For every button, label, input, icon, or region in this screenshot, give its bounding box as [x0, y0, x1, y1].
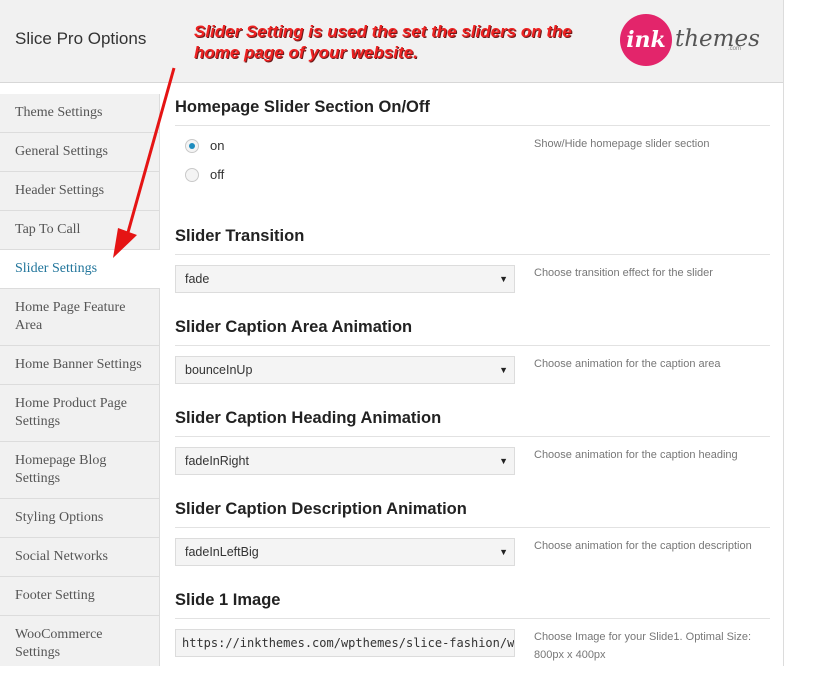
- slide1-image-url-input[interactable]: https://inkthemes.com/wpthemes/slice-fas…: [175, 629, 515, 657]
- sidebar-item-label: Styling Options: [15, 510, 104, 525]
- chevron-down-icon: ▼: [499, 365, 508, 375]
- sidebar-item-label: Theme Settings: [15, 105, 103, 120]
- sidebar-item-label: Footer Setting: [15, 588, 95, 603]
- chevron-down-icon: ▼: [499, 274, 508, 284]
- radio-on-button[interactable]: [185, 139, 199, 153]
- sidebar: Theme Settings General Settings Header S…: [0, 94, 160, 666]
- logo-sub: .com: [728, 46, 742, 52]
- section-title-caption-description: Slider Caption Description Animation: [175, 500, 770, 528]
- inkthemes-logo: ink themes .com: [620, 14, 760, 66]
- caption-description-select[interactable]: fadeInLeftBig ▼: [175, 538, 515, 566]
- section-title-caption-heading: Slider Caption Heading Animation: [175, 409, 770, 437]
- section-title-slider-transition: Slider Transition: [175, 227, 770, 255]
- radio-on-label: on: [210, 138, 225, 153]
- sidebar-item-label: Homepage Blog Settings: [15, 453, 107, 486]
- desc-caption-description: Choose animation for the caption descrip…: [534, 540, 752, 552]
- desc-slider-onoff: Show/Hide homepage slider section: [534, 138, 710, 150]
- sidebar-item-label: WooCommerce Settings: [15, 627, 103, 660]
- sidebar-item-styling-options[interactable]: Styling Options: [0, 499, 159, 538]
- sidebar-item-footer-setting[interactable]: Footer Setting: [0, 577, 159, 616]
- section-title-slide1-image: Slide 1 Image: [175, 591, 770, 619]
- sidebar-item-label: Tap To Call: [15, 222, 81, 237]
- sidebar-item-home-banner-settings[interactable]: Home Banner Settings: [0, 346, 159, 385]
- caption-description-select-value: fadeInLeftBig: [185, 545, 259, 559]
- section-title-caption-area: Slider Caption Area Animation: [175, 318, 770, 346]
- sidebar-item-label: Home Page Feature Area: [15, 300, 126, 333]
- sidebar-item-label: Home Product Page Settings: [15, 396, 127, 429]
- section-title-slider-onoff: Homepage Slider Section On/Off: [175, 98, 770, 126]
- sidebar-item-label: Social Networks: [15, 549, 108, 564]
- sidebar-item-label: Home Banner Settings: [15, 357, 142, 372]
- caption-area-select-value: bounceInUp: [185, 363, 253, 377]
- sidebar-item-header-settings[interactable]: Header Settings: [0, 172, 159, 211]
- sidebar-item-home-page-feature-area[interactable]: Home Page Feature Area: [0, 289, 159, 346]
- caption-heading-select-value: fadeInRight: [185, 454, 249, 468]
- desc-slider-transition: Choose transition effect for the slider: [534, 267, 713, 279]
- page-title: Slice Pro Options: [15, 29, 147, 48]
- caption-area-select[interactable]: bounceInUp ▼: [175, 356, 515, 384]
- desc-caption-heading: Choose animation for the caption heading: [534, 449, 738, 461]
- chevron-down-icon: ▼: [499, 547, 508, 557]
- sidebar-item-label: General Settings: [15, 144, 108, 159]
- radio-off-button[interactable]: [185, 168, 199, 182]
- transition-select-value: fade: [185, 272, 210, 286]
- desc-caption-area: Choose animation for the caption area: [534, 358, 721, 370]
- options-panel: Slice Pro Options ink themes .com Theme …: [0, 0, 784, 666]
- logo-mark: ink: [620, 14, 672, 66]
- sidebar-item-slider-settings[interactable]: Slider Settings: [0, 250, 160, 289]
- sidebar-item-label: Header Settings: [15, 183, 105, 198]
- transition-select[interactable]: fade ▼: [175, 265, 515, 293]
- logo-word: themes: [675, 26, 760, 52]
- annotation-note: Slider Setting is used the set the slide…: [194, 22, 572, 62]
- sidebar-item-theme-settings[interactable]: Theme Settings: [0, 94, 159, 133]
- sidebar-item-general-settings[interactable]: General Settings: [0, 133, 159, 172]
- sidebar-item-tap-to-call[interactable]: Tap To Call: [0, 211, 159, 250]
- chevron-down-icon: ▼: [499, 456, 508, 466]
- caption-heading-select[interactable]: fadeInRight ▼: [175, 447, 515, 475]
- sidebar-item-social-networks[interactable]: Social Networks: [0, 538, 159, 577]
- radio-off-label: off: [210, 167, 225, 182]
- desc-slide1-image: Choose Image for your Slide1. Optimal Si…: [534, 631, 752, 661]
- sidebar-item-label: Slider Settings: [15, 261, 98, 276]
- sidebar-item-woocommerce-settings[interactable]: WooCommerce Settings: [0, 616, 159, 673]
- sidebar-item-home-product-page-settings[interactable]: Home Product Page Settings: [0, 385, 159, 442]
- sidebar-item-homepage-blog-settings[interactable]: Homepage Blog Settings: [0, 442, 159, 499]
